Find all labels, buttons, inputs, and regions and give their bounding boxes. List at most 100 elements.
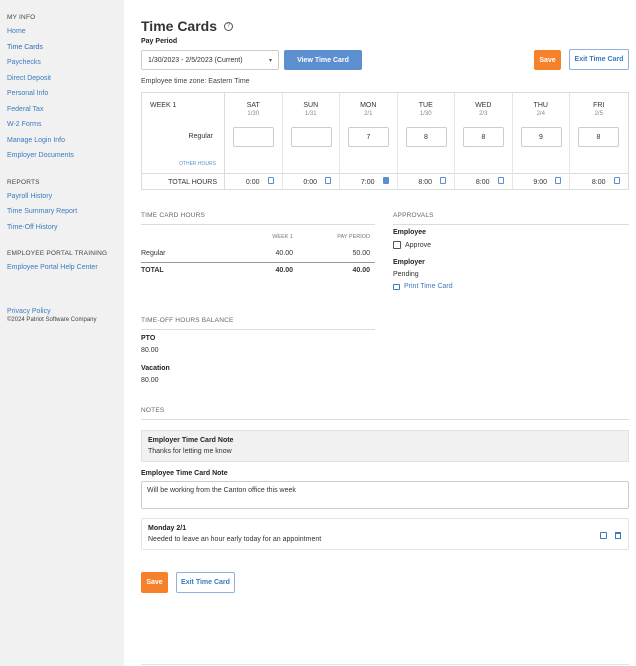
employee-note-field[interactable]: Will be working from the Canton office t… [141,481,629,509]
time-card-hours: TIME CARD HOURS WEEK 1 PAY PERIOD Regula… [141,212,375,274]
note-icon-filled[interactable] [382,177,389,184]
col-week: WEEK 1 [272,234,293,240]
vacation-value: 80.00 [141,377,159,384]
pto-value: 80.00 [141,347,159,354]
balance-heading: TIME-OFF HOURS BALANCE [141,317,234,324]
day-column-tue: TUE 1/30 8 8:00 [398,93,455,189]
edit-icon[interactable] [600,532,607,539]
row-week: 40.00 [275,250,293,257]
approve-label: Approve [405,241,432,249]
view-time-card-button[interactable]: View Time Card [284,50,362,70]
table-row-total: TOTAL 40.00 40.00 [141,267,375,274]
note-icon[interactable] [325,177,331,184]
privacy-policy-link[interactable]: Privacy Policy [7,308,124,315]
approve-checkbox[interactable] [393,241,401,249]
notes-heading: NOTES [141,407,165,414]
row-week: 40.00 [275,267,293,274]
sidebar-item-employer-documents[interactable]: Employer Documents [7,152,124,159]
note-icon[interactable] [267,177,274,184]
day-date: 2/1 [364,111,373,117]
employer-label: Employer [393,259,425,266]
sidebar-item-direct-deposit[interactable]: Direct Deposit [7,75,124,82]
sidebar-section-reports: REPORTS [7,178,40,186]
time-off-balance: TIME-OFF HOURS BALANCE PTO 80.00 Vacatio… [141,317,375,384]
day-column-sat: SAT 1/30 0:00 [225,93,283,189]
pay-period-select[interactable]: 1/30/2023 - 2/5/2023 (Current) ▾ [141,50,279,70]
day-date: 2/4 [536,111,545,117]
day-name: THU [533,102,548,109]
comment-title: Monday 2/1 [148,525,187,532]
print-time-card-link[interactable]: Print Time Card [393,283,629,290]
employer-note-text: Thanks for letting me know [148,448,232,455]
day-name: TUE [418,102,433,109]
employer-status: Pending [393,271,419,278]
sidebar-item-payroll-history[interactable]: Payroll History [7,193,124,200]
sidebar-item-help-center[interactable]: Employee Portal Help Center [7,264,124,271]
note-icon[interactable] [440,177,446,184]
pto-label: PTO [141,335,156,342]
sidebar-item-manage-login[interactable]: Manage Login Info [7,137,124,144]
note-icon[interactable] [497,177,504,184]
row-label: Regular [141,250,166,257]
day-name: MON [360,102,377,109]
sidebar-item-time-off-history[interactable]: Time-Off History [7,224,124,231]
total-hours-label: TOTAL HOURS [168,179,217,186]
day-column-sun: SUN 1/31 0:00 [283,93,340,189]
save-button-top[interactable]: Save [534,50,561,70]
day-name: WED [475,102,492,109]
printer-icon [393,283,400,290]
sidebar-section-my-info: MY INFO [7,14,36,21]
exit-time-card-button-top[interactable]: Exit Time Card [569,49,629,70]
day-date: 1/30 [247,111,260,117]
table-row: Regular 40.00 50.00 [141,250,375,257]
hours-input-fri[interactable]: 8 [578,127,619,147]
employer-note-title: Employer Time Card Note [148,437,234,444]
other-hours-link[interactable]: OTHER HOURS [179,161,216,167]
day-date: 1/30 [419,111,432,117]
print-link-label: Print Time Card [404,283,453,290]
hours-input-wed[interactable]: 8 [463,127,504,147]
notes-section: NOTES Employer Time Card Note Thanks for… [141,407,629,550]
row-period: 40.00 [352,267,370,274]
hours-input-sun[interactable] [290,127,332,147]
copyright: ©2024 Patriot Software Company [7,317,97,323]
pay-period-value: 1/30/2023 - 2/5/2023 (Current) [148,56,243,64]
time-card-hours-heading: TIME CARD HOURS [141,212,206,219]
pay-period-label: Pay Period [141,38,178,45]
day-date: 2/3 [479,111,488,117]
sidebar: MY INFO Home Time Cards Paychecks Direct… [0,0,124,666]
row-label: TOTAL [141,267,164,274]
col-pay-period: PAY PERIOD [337,234,370,240]
approvals: APPROVALS Employee Approve Employer Pend… [393,212,629,290]
time-card-grid: WEEK 1 Regular OTHER HOURS TOTAL HOURS S… [141,92,629,190]
day-column-fri: FRI 2/5 8 8:00 [570,93,628,189]
comment-text: Needed to leave an hour early today for … [148,536,322,543]
note-icon[interactable] [555,177,561,184]
help-icon[interactable]: ? [224,21,233,31]
sidebar-item-federal-tax[interactable]: Federal Tax [7,106,124,113]
note-icon[interactable] [613,177,620,184]
week-label: WEEK 1 [150,102,177,109]
employer-note: Employer Time Card Note Thanks for letti… [141,430,629,462]
day-date: 1/31 [304,111,317,117]
save-button-bottom[interactable]: Save [141,572,168,593]
hours-input-tue[interactable]: 8 [405,127,447,147]
trash-icon[interactable] [615,532,621,539]
day-name: FRI [593,102,605,109]
row-period: 50.00 [352,250,370,257]
sidebar-item-personal-info[interactable]: Personal Info [7,90,124,97]
employee-label: Employee [393,229,427,236]
hours-input-thu[interactable]: 9 [520,127,562,147]
hours-input-mon[interactable]: 7 [348,127,389,147]
sidebar-item-paychecks[interactable]: Paychecks [7,59,124,66]
sidebar-item-w2-forms[interactable]: W-2 Forms [7,121,124,128]
day-column-wed: WED 2/3 8 8:00 [455,93,513,189]
hours-input-sat[interactable] [233,127,274,147]
vacation-label: Vacation [141,365,170,372]
exit-time-card-button-bottom[interactable]: Exit Time Card [176,572,235,593]
regular-label: Regular [188,133,213,140]
sidebar-item-time-summary[interactable]: Time Summary Report [7,208,124,215]
day-column-thu: THU 2/4 9 9:00 [513,93,570,189]
sidebar-item-home[interactable]: Home [7,28,124,35]
sidebar-item-time-cards[interactable]: Time Cards [7,44,124,51]
